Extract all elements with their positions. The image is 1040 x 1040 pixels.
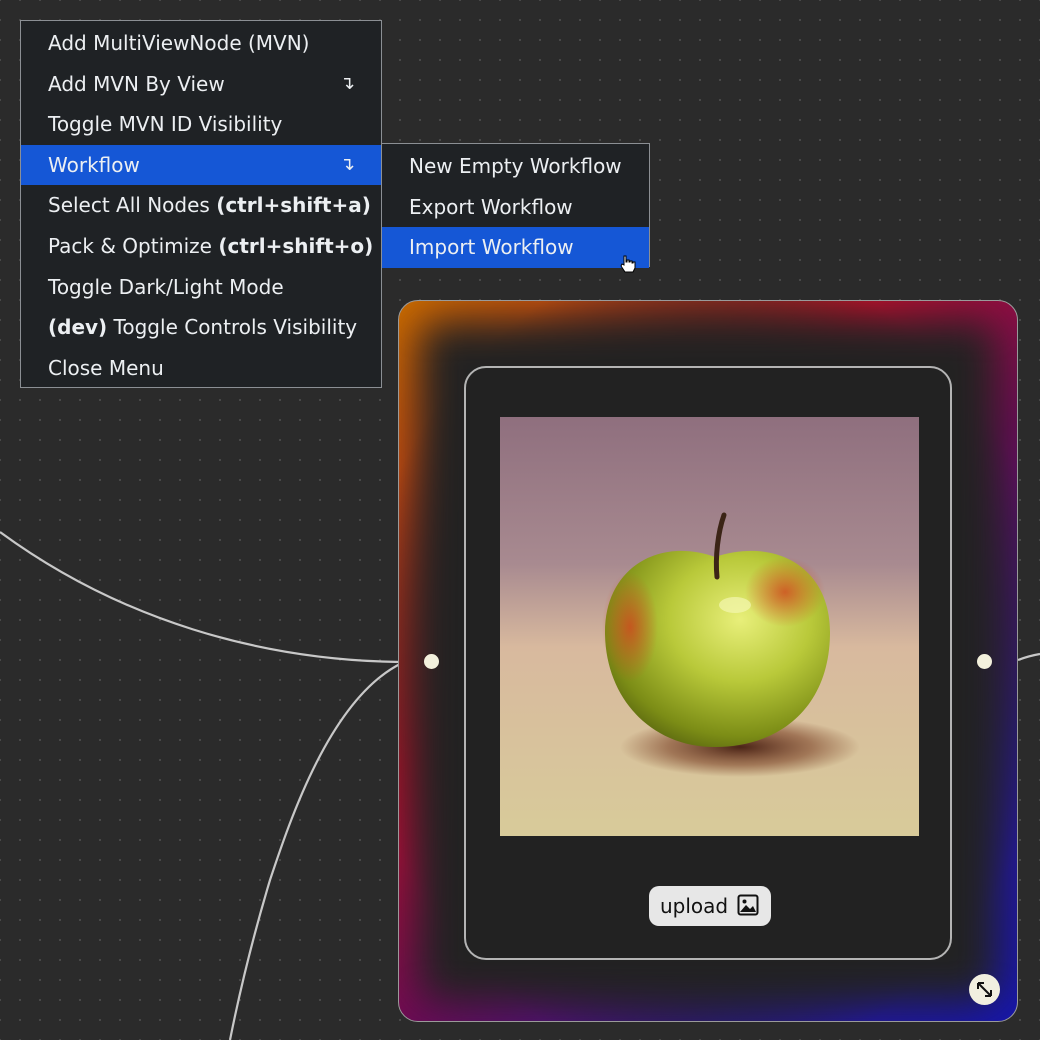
menu-item-add-mvn-by-view[interactable]: Add MVN By View ↴ [21,64,381,105]
menu-item-label: Toggle Dark/Light Mode [48,274,284,299]
menu-item-toggle-controls[interactable]: (dev) Toggle Controls Visibility [21,307,381,348]
submenu-arrow-icon: ↴ [339,72,355,94]
image-icon [737,894,759,916]
multiview-node[interactable]: upload [398,300,1018,1022]
input-handle[interactable] [424,654,439,669]
menu-item-new-empty-workflow[interactable]: New Empty Workflow [382,146,649,187]
menu-item-label: Toggle Controls Visibility [107,315,358,340]
menu-item-label: New Empty Workflow [409,154,622,178]
menu-item-toggle-dark-light[interactable]: Toggle Dark/Light Mode [21,267,381,308]
node-content-frame: upload [464,366,952,960]
output-handle[interactable] [977,654,992,669]
hand-cursor-icon [620,255,636,273]
menu-item-pack-optimize[interactable]: Pack & Optimize (ctrl+shift+o) [21,226,381,267]
menu-item-label: Pack & Optimize [48,233,219,258]
expand-arrows-icon [977,982,992,997]
menu-item-shortcut: (ctrl+shift+o) [218,233,374,258]
context-menu: Add MultiViewNode (MVN) Add MVN By View … [20,20,382,388]
menu-item-label: Export Workflow [409,194,573,219]
submenu-arrow-icon: ↴ [339,153,355,175]
node-image [500,417,919,836]
menu-item-import-workflow[interactable]: Import Workflow [382,227,649,268]
menu-item-add-mvn[interactable]: Add MultiViewNode (MVN) [21,23,381,64]
upload-button-label: upload [660,894,729,918]
edge-connection[interactable] [1017,652,1040,662]
menu-item-label: Workflow [48,152,140,177]
edge-connection[interactable] [0,531,401,664]
menu-item-toggle-mvn-id[interactable]: Toggle MVN ID Visibility [21,104,381,145]
edge-connection[interactable] [228,663,401,1040]
menu-item-workflow[interactable]: Workflow ↴ [21,144,381,186]
upload-button[interactable]: upload [649,886,771,926]
graph-canvas[interactable]: Add MultiViewNode (MVN) Add MVN By View … [0,0,1040,1040]
expand-icon[interactable] [969,974,1000,1005]
menu-item-label: Toggle MVN ID Visibility [48,112,283,137]
menu-item-label: Select All Nodes [48,193,217,218]
workflow-submenu: New Empty Workflow Export Workflow Impor… [381,143,650,268]
menu-item-close-menu[interactable]: Close Menu [21,348,381,389]
menu-item-label: Import Workflow [409,235,574,260]
menu-item-prefix: (dev) [48,315,108,340]
menu-item-label: Close Menu [48,355,164,380]
menu-item-label: Add MVN By View [48,71,225,96]
menu-item-label: Add MultiViewNode (MVN) [48,31,310,55]
apple-image [500,417,919,836]
menu-item-select-all[interactable]: Select All Nodes (ctrl+shift+a) [21,185,381,226]
menu-item-export-workflow[interactable]: Export Workflow [382,187,649,228]
menu-item-shortcut: (ctrl+shift+a) [216,193,371,218]
